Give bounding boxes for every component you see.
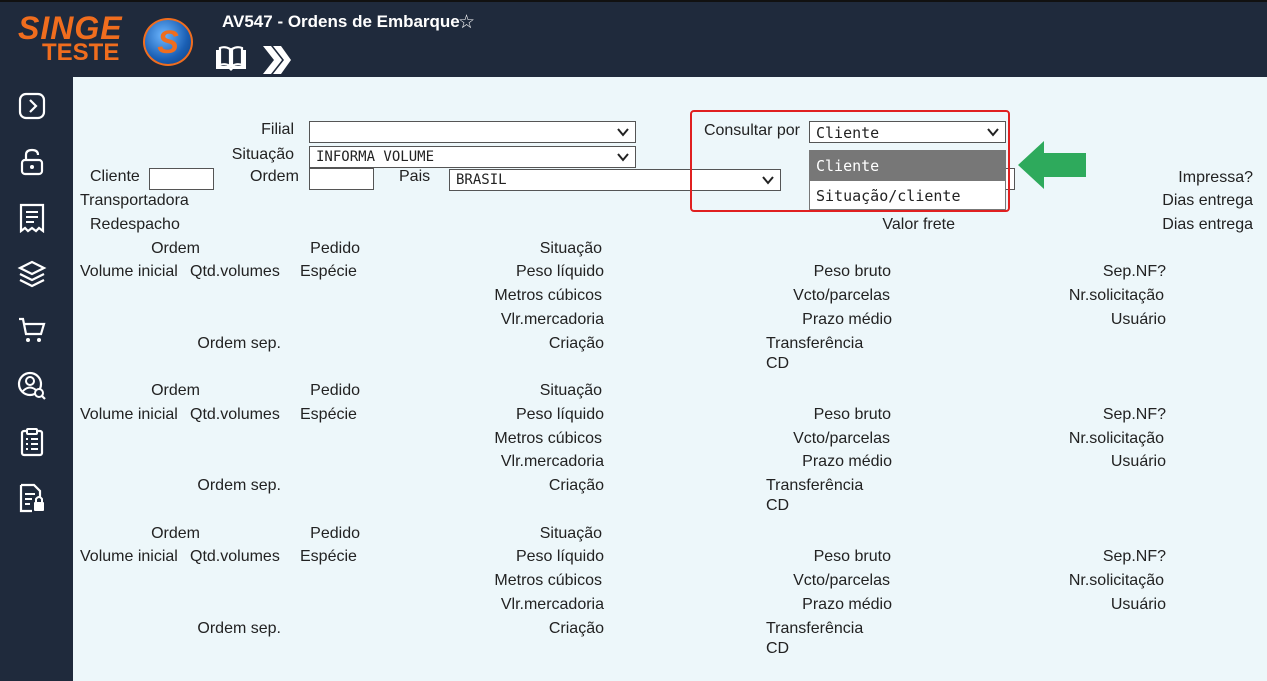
chevron-down-icon: [617, 128, 629, 137]
pedido-label: Pedido: [310, 240, 360, 257]
ordem-input[interactable]: [309, 168, 374, 190]
nr-solicitacao-label: Nr.solicitação: [1068, 572, 1164, 589]
especie-label: Espécie: [300, 406, 357, 423]
highlight-box: [690, 110, 1010, 212]
peso-liquido-label: Peso líquido: [515, 263, 604, 280]
usuario-label: Usuário: [1110, 311, 1166, 328]
vlr-mercadoria-label: Vlr.mercadoria: [500, 596, 604, 613]
vlr-mercadoria-label: Vlr.mercadoria: [500, 311, 604, 328]
valor-frete-label: Valor frete: [882, 216, 955, 233]
pais-label: Pais: [399, 168, 431, 185]
usuario-label: Usuário: [1110, 453, 1166, 470]
logo-emblem-letter: S: [157, 24, 179, 60]
clipboard-icon[interactable]: [17, 427, 47, 457]
receipt-icon[interactable]: [17, 203, 47, 233]
cliente-label: Cliente: [90, 168, 140, 185]
usuario-label: Usuário: [1110, 596, 1166, 613]
metros-cubicos-label: Metros cúbicos: [494, 287, 602, 304]
qtd-volumes-label: Qtd.volumes: [190, 548, 280, 565]
transferencia-label: Transferência: [766, 620, 864, 637]
pais-select-value: BRASIL: [456, 172, 507, 188]
transferencia-label: Transferência: [766, 477, 864, 494]
prazo-medio-label: Prazo médio: [802, 596, 892, 613]
layers-icon[interactable]: [17, 259, 47, 289]
cd-label: CD: [766, 640, 790, 657]
document-lock-icon[interactable]: [17, 483, 47, 513]
especie-label: Espécie: [300, 548, 357, 565]
cd-label: CD: [766, 355, 790, 372]
peso-bruto-label: Peso bruto: [813, 548, 891, 565]
sep-nf-label: Sep.NF?: [1102, 548, 1166, 565]
metros-cubicos-label: Metros cúbicos: [494, 572, 602, 589]
situacao-label: Situação: [231, 146, 294, 163]
cliente-input[interactable]: [149, 168, 214, 190]
prazo-medio-label: Prazo médio: [802, 311, 892, 328]
top-bar: SINGE TESTE S AV547 - Ordens de Embarque…: [0, 0, 1267, 77]
peso-bruto-label: Peso bruto: [813, 406, 891, 423]
favorite-star-icon[interactable]: ☆: [458, 11, 475, 34]
pointer-arrow-icon: [1018, 141, 1086, 189]
volume-inicial-label: Volume inicial: [80, 263, 178, 280]
logo-emblem: S: [143, 18, 193, 66]
criacao-label: Criação: [548, 477, 604, 494]
ordem-label: Ordem: [151, 525, 200, 542]
ordem-sep-label: Ordem sep.: [197, 335, 281, 352]
expand-icon[interactable]: [17, 91, 47, 121]
filial-select[interactable]: [309, 121, 636, 143]
sep-nf-label: Sep.NF?: [1102, 406, 1166, 423]
cart-icon[interactable]: [17, 315, 47, 345]
book-icon[interactable]: [214, 46, 248, 72]
filial-label: Filial: [261, 121, 294, 138]
situacao-label: Situação: [539, 240, 602, 257]
sidebar: [0, 77, 73, 681]
ordem-label: Ordem: [151, 240, 200, 257]
double-chevron-right-icon[interactable]: [262, 44, 292, 76]
dias-entrega-label: Dias entrega: [1162, 216, 1253, 233]
vlr-mercadoria-label: Vlr.mercadoria: [500, 453, 604, 470]
dias-entrega-label: Dias entrega: [1162, 192, 1253, 209]
situacao-label: Situação: [539, 525, 602, 542]
transferencia-label: Transferência: [766, 335, 864, 352]
ordem-label: Ordem: [250, 168, 299, 185]
metros-cubicos-label: Metros cúbicos: [494, 430, 602, 447]
volume-inicial-label: Volume inicial: [80, 406, 178, 423]
ordem-label: Ordem: [151, 382, 200, 399]
sep-nf-label: Sep.NF?: [1102, 263, 1166, 280]
chevron-down-icon: [617, 153, 629, 162]
user-search-icon[interactable]: [17, 371, 47, 401]
situacao-select[interactable]: INFORMA VOLUME: [309, 146, 636, 168]
peso-bruto-label: Peso bruto: [813, 263, 891, 280]
pedido-label: Pedido: [310, 382, 360, 399]
ordem-sep-label: Ordem sep.: [197, 477, 281, 494]
volume-inicial-label: Volume inicial: [80, 548, 178, 565]
vcto-parcelas-label: Vcto/parcelas: [793, 430, 890, 447]
logo-teste: TESTE: [42, 39, 120, 66]
nr-solicitacao-label: Nr.solicitação: [1068, 287, 1164, 304]
unlock-icon[interactable]: [17, 147, 47, 177]
page-title: AV547 - Ordens de Embarque: [222, 12, 460, 31]
cd-label: CD: [766, 497, 790, 514]
redespacho-label: Redespacho: [90, 216, 180, 233]
qtd-volumes-label: Qtd.volumes: [190, 406, 280, 423]
ordem-sep-label: Ordem sep.: [197, 620, 281, 637]
prazo-medio-label: Prazo médio: [802, 453, 892, 470]
situacao-select-value: INFORMA VOLUME: [316, 149, 435, 165]
nr-solicitacao-label: Nr.solicitação: [1068, 430, 1164, 447]
situacao-label: Situação: [539, 382, 602, 399]
peso-liquido-label: Peso líquido: [515, 548, 604, 565]
pedido-label: Pedido: [310, 525, 360, 542]
vcto-parcelas-label: Vcto/parcelas: [793, 287, 890, 304]
peso-liquido-label: Peso líquido: [515, 406, 604, 423]
qtd-volumes-label: Qtd.volumes: [190, 263, 280, 280]
criacao-label: Criação: [548, 620, 604, 637]
especie-label: Espécie: [300, 263, 357, 280]
vcto-parcelas-label: Vcto/parcelas: [793, 572, 890, 589]
impressa-label: Impressa?: [1178, 169, 1253, 186]
criacao-label: Criação: [548, 335, 604, 352]
transportadora-label: Transportadora: [80, 192, 189, 209]
